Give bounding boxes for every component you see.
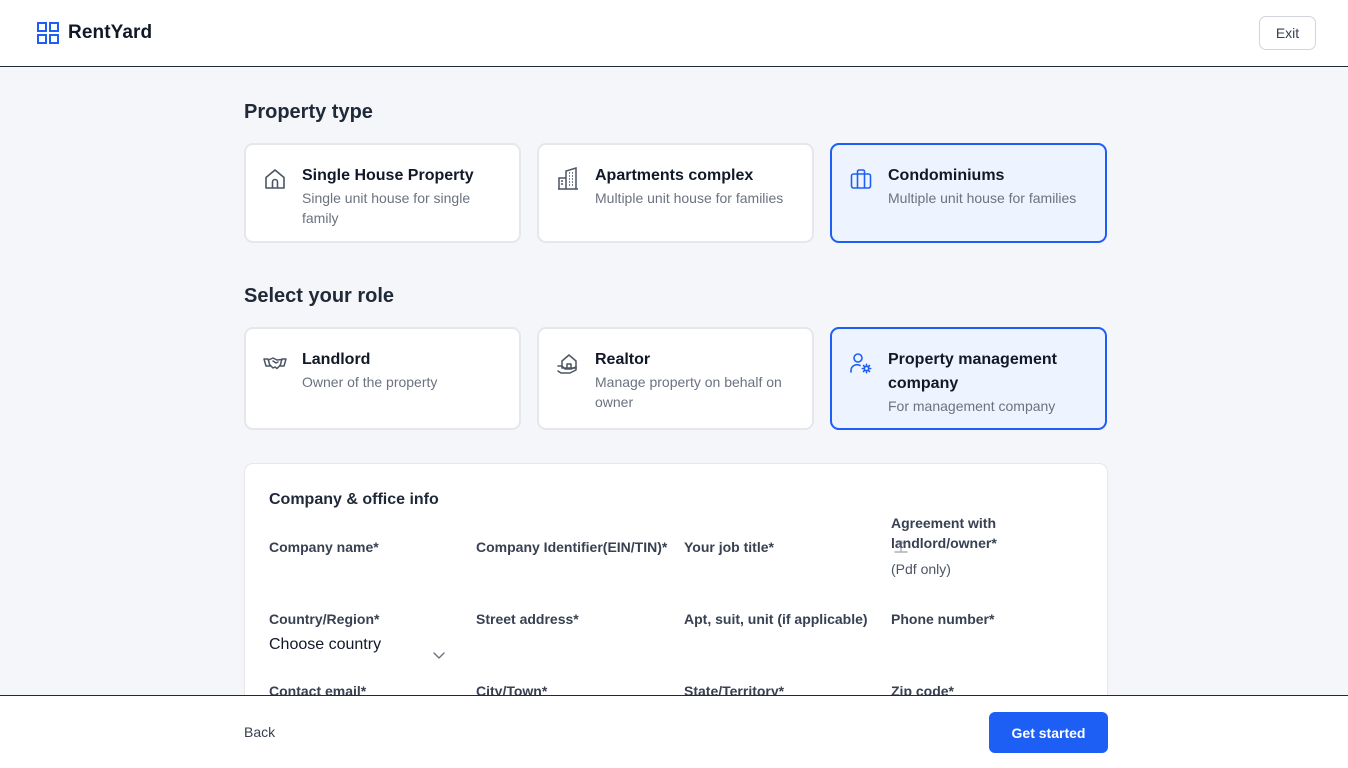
contact-email-label: Contact email* xyxy=(269,683,367,695)
property-type-single-house-card[interactable]: Single House Property Single unit house … xyxy=(244,143,521,243)
apt-unit-label: Apt, suit, unit (if applicable) xyxy=(684,611,868,627)
footer-bar: Back Get started xyxy=(0,695,1348,768)
state-territory-label: State/Territory* xyxy=(684,683,785,695)
card-description: Multiple unit house for families xyxy=(888,190,1077,206)
handshake-icon xyxy=(263,357,287,370)
phone-number-label: Phone number* xyxy=(891,611,995,627)
apartment-building-icon xyxy=(558,167,578,190)
card-description: Owner of the property xyxy=(302,374,438,390)
street-address-label: Street address* xyxy=(476,611,579,627)
property-type-apartments-card[interactable]: Apartments complex Multiple unit house f… xyxy=(537,143,814,243)
job-title-label: Your job title* xyxy=(684,539,774,555)
company-name-label: Company name* xyxy=(269,539,379,555)
select-role-title: Select your role xyxy=(244,285,395,307)
user-gear-icon xyxy=(850,353,872,374)
back-link[interactable]: Back xyxy=(244,724,275,740)
company-office-info-title: Company & office info xyxy=(269,491,439,508)
company-office-info-panel: Company & office info Company name* Comp… xyxy=(244,463,1108,695)
role-realtor-card[interactable]: Realtor Manage property on behalf on own… xyxy=(537,327,814,430)
role-property-management-card[interactable]: Property management company For manageme… xyxy=(830,327,1107,430)
card-title: Realtor xyxy=(595,351,651,368)
grid-logo-icon xyxy=(37,22,59,44)
brand-name: RentYard xyxy=(68,22,153,43)
property-type-condominiums-card[interactable]: Condominiums Multiple unit house for fam… xyxy=(830,143,1107,243)
card-title: Property management company xyxy=(888,351,1057,392)
card-title: Apartments complex xyxy=(595,167,754,184)
property-type-title: Property type xyxy=(244,101,373,123)
card-title: Landlord xyxy=(302,351,371,368)
get-started-button[interactable]: Get started xyxy=(989,712,1108,753)
zip-code-label: Zip code* xyxy=(891,683,955,695)
house-icon xyxy=(265,169,285,189)
company-identifier-label: Company Identifier(EIN/TIN)* xyxy=(476,539,668,555)
card-title: Single House Property xyxy=(302,167,474,184)
role-landlord-card[interactable]: Landlord Owner of the property xyxy=(244,327,521,430)
main-content: Property type Single House Property Sing… xyxy=(0,67,1348,695)
chevron-down-icon[interactable] xyxy=(432,650,446,660)
card-description: Manage property on behalf on owner xyxy=(595,374,782,410)
top-bar: RentYard Exit xyxy=(0,0,1348,67)
upload-icon[interactable] xyxy=(892,537,910,555)
city-town-label: City/Town* xyxy=(476,683,548,695)
country-label: Country/Region* xyxy=(269,611,380,627)
card-description: Multiple unit house for families xyxy=(595,190,784,206)
briefcase-icon xyxy=(850,169,872,189)
exit-button[interactable]: Exit xyxy=(1259,16,1316,50)
card-description: Single unit house for single family xyxy=(302,190,471,226)
agreement-label: Agreement with landlord/owner* xyxy=(891,515,997,551)
house-hand-icon xyxy=(557,354,577,374)
agreement-hint: (Pdf only) xyxy=(891,561,951,577)
card-title: Condominiums xyxy=(888,167,1005,184)
brand[interactable]: RentYard xyxy=(37,22,152,44)
country-select[interactable]: Choose country xyxy=(269,636,381,654)
card-description: For management company xyxy=(888,398,1056,414)
